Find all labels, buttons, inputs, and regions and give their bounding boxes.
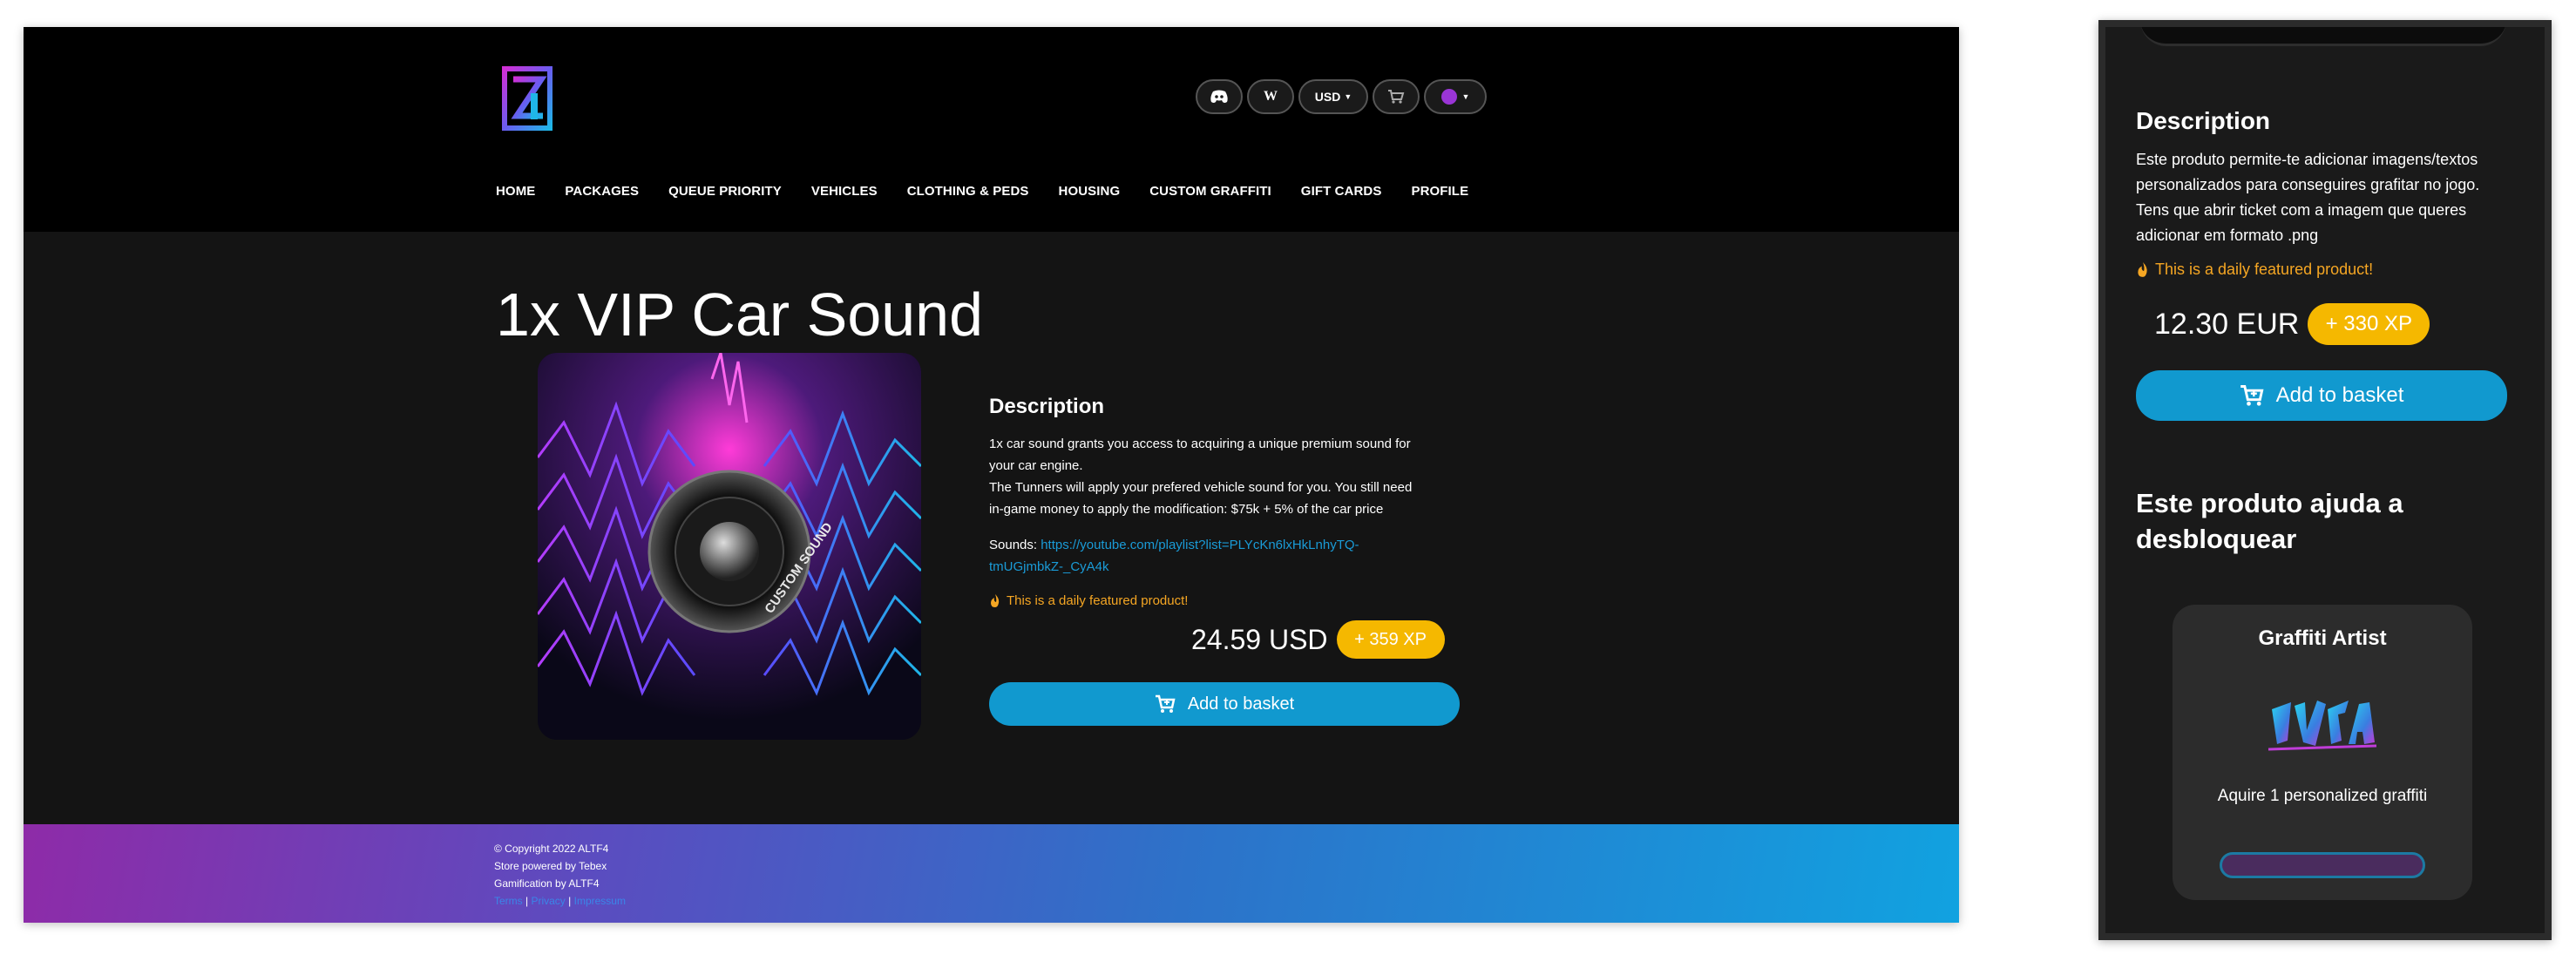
footer-separator: |	[522, 895, 532, 907]
product-title: 1x VIP Car Sound	[496, 281, 984, 349]
image-frame-edge	[2140, 27, 2506, 46]
nav-home[interactable]: HOME	[496, 184, 535, 199]
currency-label: USD	[1314, 90, 1341, 104]
description-heading: Description	[989, 395, 1105, 418]
altf4-logo[interactable]	[501, 64, 555, 133]
achievement-progress-bar	[2220, 852, 2425, 878]
nav-custom-graffiti[interactable]: CUSTOM GRAFFITI	[1149, 184, 1271, 199]
mobile-screenshot: Description Este produto permite-te adic…	[2098, 20, 2552, 940]
cart-plus-icon	[1155, 694, 1176, 713]
footer-link-impressum[interactable]: Impressum	[574, 895, 626, 907]
desktop-screenshot: W USD ▼ ▼ HOME PACKAGES QUEUE PRIORITY V…	[24, 27, 1959, 923]
site-footer: © Copyright 2022 ALTF4 Store powered by …	[24, 824, 1959, 923]
discord-button[interactable]	[1196, 79, 1243, 114]
description-line: in-game money to apply the modification:…	[989, 502, 1384, 517]
mobile-description-text: Este produto permite-te adicionar imagen…	[2136, 151, 2480, 244]
currency-selector[interactable]: USD ▼	[1298, 79, 1368, 114]
mobile-add-to-basket-button[interactable]: Add to basket	[2136, 370, 2507, 421]
mobile-product-price: 12.30 EUR	[2154, 307, 2300, 341]
sounds-line: Sounds: https://youtube.com/playlist?lis…	[989, 534, 1477, 578]
footer-links: Terms | Privacy | Impressum	[494, 892, 626, 910]
mobile-xp-badge: + 330 XP	[2308, 303, 2430, 345]
sounds-link-part[interactable]: tmUGjmbkZ-_CyA4k	[989, 559, 1109, 574]
sounds-link[interactable]: https://youtube.com/playlist?list=PLYcKn…	[989, 538, 1359, 574]
fire-icon	[991, 593, 1000, 607]
discord-icon	[1210, 90, 1228, 103]
sounds-label: Sounds:	[989, 538, 1038, 552]
cart-button[interactable]	[1373, 79, 1420, 114]
main-nav: HOME PACKAGES QUEUE PRIORITY VEHICLES CL…	[496, 184, 1468, 199]
sounds-link-part[interactable]: https://youtube.com/playlist?list=PLYcKn…	[1041, 538, 1359, 552]
fire-icon	[2138, 261, 2147, 277]
nav-queue-priority[interactable]: QUEUE PRIORITY	[668, 184, 782, 199]
featured-text: This is a daily featured product!	[2155, 261, 2374, 278]
product-description: Description 1x car sound grants you acce…	[989, 395, 1477, 608]
nav-profile[interactable]: PROFILE	[1411, 184, 1468, 199]
unlock-heading: Este produto ajuda a desbloquear	[2136, 488, 2403, 554]
nav-gift-cards[interactable]: GIFT CARDS	[1301, 184, 1382, 199]
wiki-label: W	[1264, 89, 1278, 104]
footer-gamification: Gamification by ALTF4	[494, 877, 600, 890]
product-price: 24.59 USD	[1191, 623, 1328, 655]
footer-link-terms[interactable]: Terms	[494, 895, 523, 907]
chevron-down-icon: ▼	[1461, 92, 1470, 101]
wiki-button[interactable]: W	[1247, 79, 1294, 114]
nav-clothing-peds[interactable]: CLOTHING & PEDS	[907, 184, 1029, 199]
cart-icon	[1388, 90, 1405, 104]
achievement-title: Graffiti Artist	[2258, 626, 2387, 650]
graffiti-icon	[2265, 692, 2380, 758]
footer-powered: Store powered by Tebex	[494, 860, 607, 872]
chevron-down-icon: ▼	[1344, 92, 1352, 101]
featured-notice: This is a daily featured product!	[989, 593, 1477, 608]
achievement-card[interactable]: Graffiti Artist Aquire 1 personalized gr…	[2173, 605, 2472, 900]
footer-copyright: © Copyright 2022 ALTF4	[494, 843, 609, 855]
nav-packages[interactable]: PACKAGES	[565, 184, 639, 199]
user-menu[interactable]: ▼	[1424, 79, 1487, 114]
achievement-description: Aquire 1 personalized graffiti	[2217, 787, 2428, 805]
product-image: CUSTOM SOUND	[538, 353, 921, 740]
site-header: W USD ▼ ▼ HOME PACKAGES QUEUE PRIORITY V…	[24, 27, 1959, 232]
description-line: The Tunners will apply your prefered veh…	[989, 480, 1413, 495]
add-to-basket-label: Add to basket	[1187, 694, 1295, 714]
mobile-featured-notice: This is a daily featured product!	[2136, 261, 2373, 279]
mobile-price-row: 12.30 EUR + 330 XP	[2154, 303, 2430, 345]
featured-text: This is a daily featured product!	[1007, 593, 1189, 608]
user-avatar-icon	[1441, 89, 1457, 105]
xp-badge: + 359 XP	[1336, 620, 1445, 659]
description-line: your car engine.	[989, 458, 1083, 473]
description-line: 1x car sound grants you access to acquir…	[989, 437, 1411, 451]
mobile-description-heading: Description	[2136, 107, 2271, 134]
cart-plus-icon	[2240, 385, 2264, 406]
footer-separator: |	[565, 895, 574, 907]
nav-housing[interactable]: HOUSING	[1059, 184, 1121, 199]
price-row: 24.59 USD + 359 XP	[1191, 620, 1445, 659]
nav-vehicles[interactable]: VEHICLES	[811, 184, 878, 199]
add-to-basket-label: Add to basket	[2275, 383, 2404, 407]
footer-link-privacy[interactable]: Privacy	[531, 895, 565, 907]
add-to-basket-button[interactable]: Add to basket	[989, 682, 1460, 726]
